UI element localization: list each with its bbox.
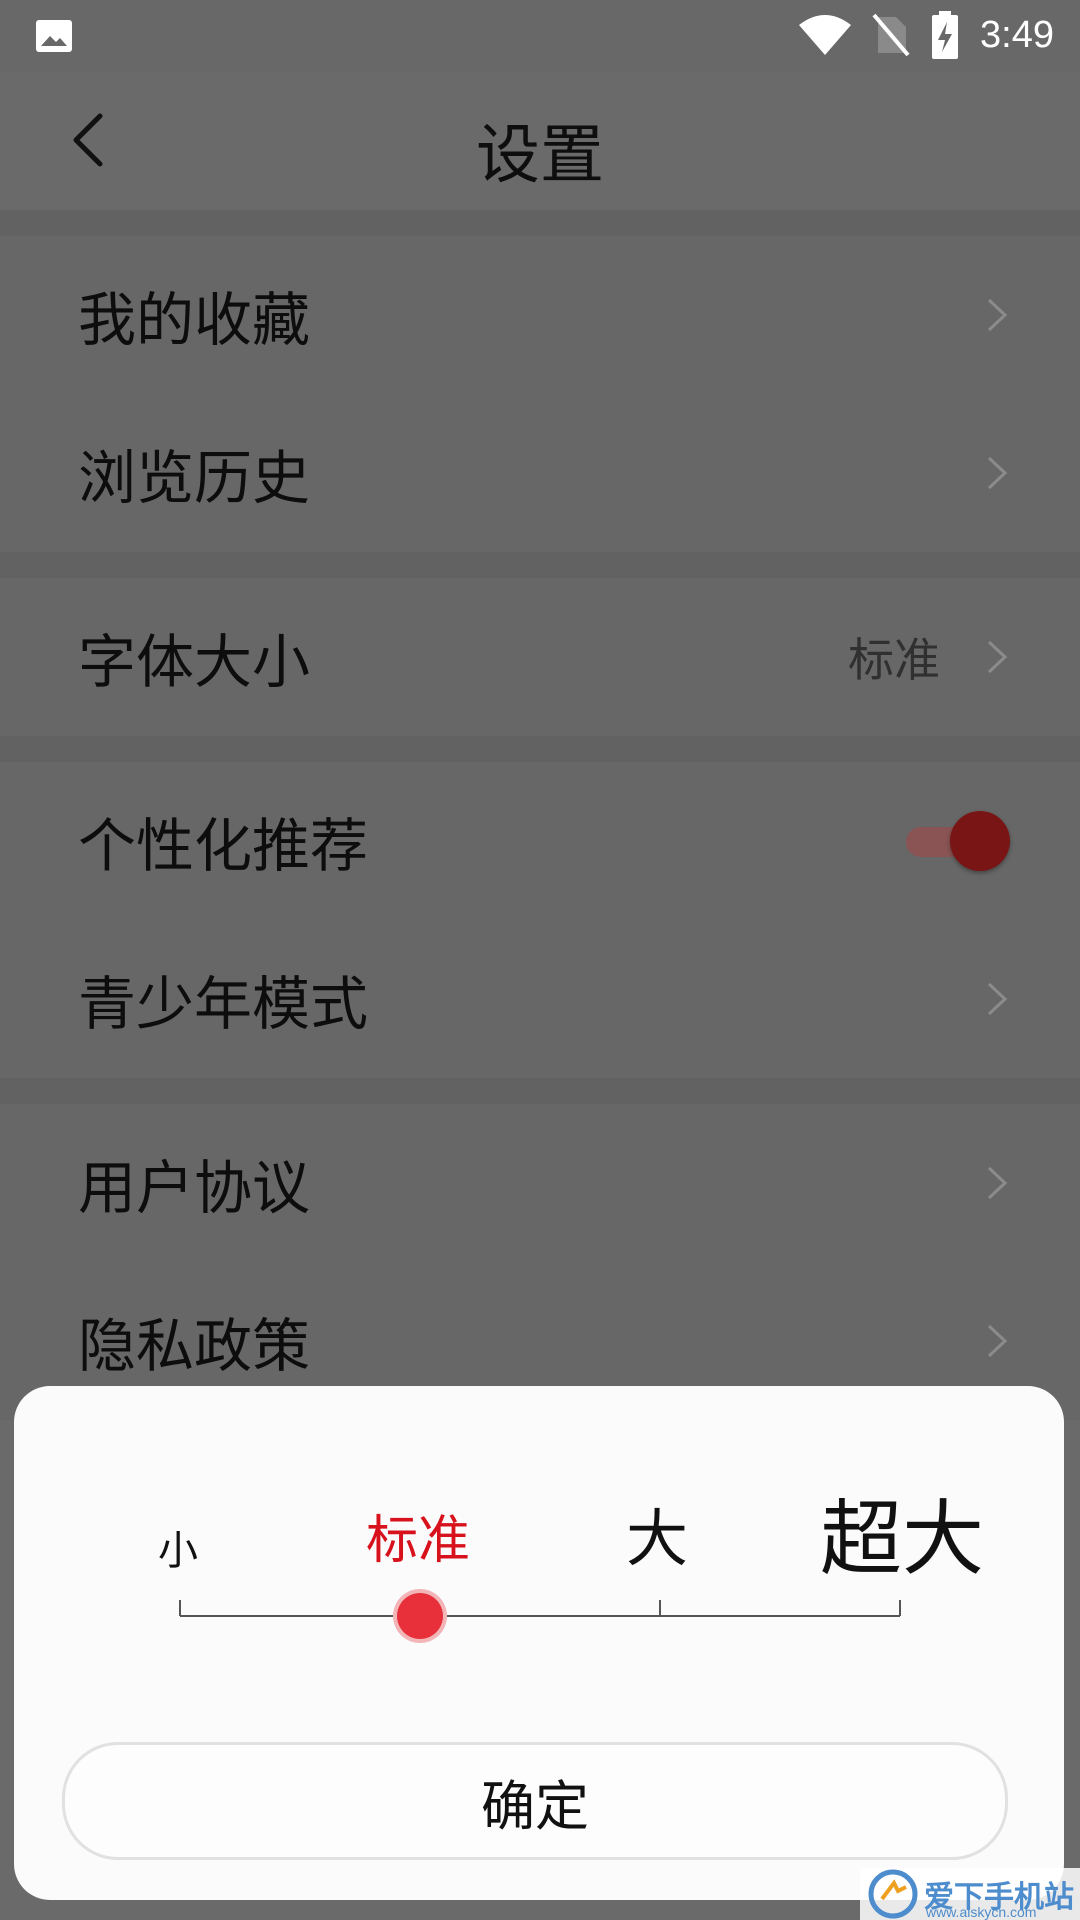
battery-charging-icon [932, 11, 959, 59]
row-label: 个性化推荐 [78, 812, 369, 880]
toggle-knob [950, 811, 1010, 871]
status-right: 3:49 [798, 10, 1054, 60]
watermark-logo-icon [868, 1869, 918, 1919]
status-left [34, 16, 74, 60]
wifi-icon [799, 15, 852, 55]
watermark: 爱下手机站 www.aiskycn.com [860, 1868, 1080, 1920]
chevron-right-icon [987, 982, 1008, 1016]
row-label: 字体大小 [78, 628, 311, 696]
group-divider [0, 552, 1080, 578]
image-icon [36, 20, 72, 52]
row-label: 隐私政策 [78, 1312, 311, 1380]
group-divider [0, 1078, 1080, 1104]
row-user-agreement[interactable]: 用户协议 [0, 1104, 1080, 1262]
row-font-size[interactable]: 字体大小 标准 [0, 578, 1080, 736]
row-label: 青少年模式 [78, 970, 369, 1038]
row-label: 我的收藏 [78, 286, 311, 354]
confirm-button[interactable]: 确定 [62, 1742, 1008, 1860]
status-time: 3:49 [980, 13, 1054, 56]
no-sim-icon [872, 13, 910, 57]
chevron-right-icon [987, 640, 1008, 674]
chevron-right-icon [987, 298, 1008, 332]
group-divider [0, 736, 1080, 762]
personalized-recommendation-toggle[interactable] [906, 811, 1010, 871]
status-bar: 3:49 [0, 0, 1080, 72]
chevron-right-icon [987, 1324, 1008, 1358]
watermark-url: www.aiskycn.com [926, 1904, 1037, 1920]
row-teen-mode[interactable]: 青少年模式 [0, 920, 1080, 1078]
row-label: 用户协议 [78, 1154, 311, 1222]
chevron-right-icon [987, 456, 1008, 490]
slider-thumb[interactable] [397, 1593, 443, 1639]
row-history[interactable]: 浏览历史 [0, 394, 1080, 552]
settings-list: 我的收藏 浏览历史 字体大小 标准 个性化推荐 青少年模式 用户协议 隐私政策 [0, 210, 1080, 1420]
font-size-value: 标准 [848, 633, 940, 687]
row-favorites[interactable]: 我的收藏 [0, 236, 1080, 394]
settings-screen: 3:49 设置 我的收藏 浏览历史 字体大小 标准 个性化推荐 青少年模式 用户… [0, 0, 1080, 1920]
font-size-sheet: 小 标准 大 超大 确定 [14, 1386, 1064, 1900]
page-title: 设置 [476, 119, 604, 193]
group-divider [0, 210, 1080, 236]
row-personalized-recommendation: 个性化推荐 [0, 762, 1080, 920]
row-label: 浏览历史 [78, 444, 311, 512]
header: 设置 [0, 72, 1080, 210]
chevron-right-icon [987, 1166, 1008, 1200]
